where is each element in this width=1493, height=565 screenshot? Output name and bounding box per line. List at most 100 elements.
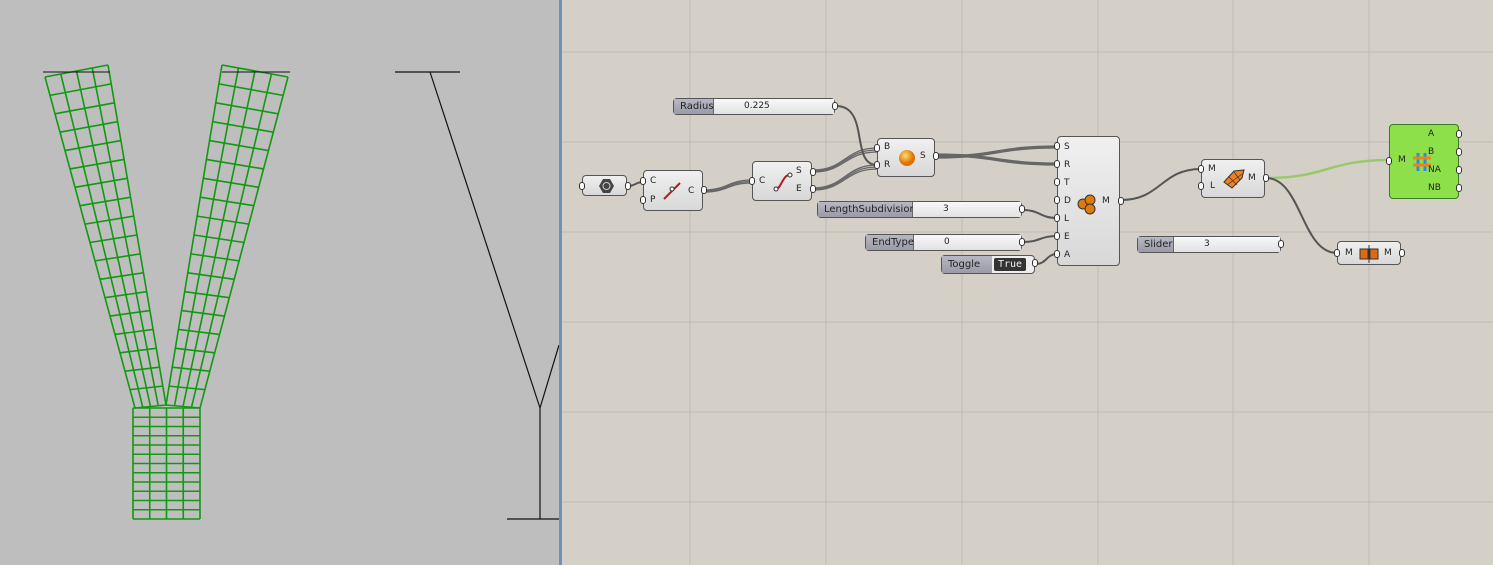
input-port[interactable] xyxy=(640,177,646,185)
radius-slider[interactable]: Radius 0.225 xyxy=(673,98,835,115)
wire xyxy=(1120,168,1202,201)
output-port[interactable] xyxy=(1456,166,1462,174)
mesh-left-arm-row xyxy=(44,64,109,78)
slider-label: Radius xyxy=(674,99,714,114)
curve-point-icon xyxy=(663,182,681,200)
input-label: L xyxy=(1210,181,1216,191)
input-port[interactable] xyxy=(1334,249,1340,257)
input-label: A xyxy=(1064,250,1071,260)
slider[interactable]: Slider 3 xyxy=(1137,236,1281,253)
slider-label: LengthSubdivisions xyxy=(818,202,921,217)
endtype-slider[interactable]: EndType 0 xyxy=(865,234,1022,251)
input-port[interactable] xyxy=(1054,232,1060,240)
output-port[interactable] xyxy=(1118,197,1124,205)
output-label: M xyxy=(1102,196,1110,206)
output-label: B xyxy=(1428,147,1435,157)
input-label: C xyxy=(650,176,657,186)
input-label: L xyxy=(1064,214,1070,224)
mesh-left-arm-row xyxy=(49,83,112,97)
input-port[interactable] xyxy=(1054,250,1060,258)
toggle[interactable]: Toggle True xyxy=(941,255,1035,274)
curve-component[interactable]: CPC xyxy=(640,170,707,211)
mesh-right-arm-row xyxy=(215,101,279,115)
slider-value: 0.225 xyxy=(744,101,770,111)
input-label: M xyxy=(1398,155,1406,165)
skeleton-line xyxy=(429,71,541,409)
output-label: NB xyxy=(1428,183,1441,193)
endpoints-icon xyxy=(773,172,793,192)
slider-track[interactable]: 0.225 xyxy=(714,99,834,114)
output-port[interactable] xyxy=(832,102,838,110)
sphere-icon xyxy=(899,150,915,166)
output-label: S xyxy=(920,151,926,161)
output-label: NA xyxy=(1428,165,1441,175)
toggle-value[interactable]: True xyxy=(994,258,1027,271)
mirror-component[interactable]: MM xyxy=(1334,241,1405,265)
slider-track[interactable]: 3 xyxy=(913,202,1021,217)
input-label: R xyxy=(1064,160,1071,170)
output-port[interactable] xyxy=(701,186,707,194)
slider-track[interactable]: 3 xyxy=(1174,237,1280,252)
mesh-left-arm-row xyxy=(54,101,115,115)
input-port[interactable] xyxy=(640,196,646,204)
grasshopper-canvas[interactable]: C P C C S E Radius 0.225 B R S LengthSubdivisions 3 E… xyxy=(562,0,1493,565)
input-label: M xyxy=(1345,248,1353,258)
input-label: E xyxy=(1064,232,1070,242)
input-label: P xyxy=(650,195,656,205)
output-label: M xyxy=(1384,248,1392,258)
output-port[interactable] xyxy=(1399,249,1405,257)
output-port[interactable] xyxy=(1278,240,1284,248)
output-port[interactable] xyxy=(1456,184,1462,192)
input-port[interactable] xyxy=(1054,142,1060,150)
slider-value: 0 xyxy=(944,237,950,247)
output-port[interactable] xyxy=(1456,130,1462,138)
slider-value: 3 xyxy=(1204,239,1210,249)
output-port[interactable] xyxy=(1456,148,1462,156)
geometry-param[interactable] xyxy=(579,175,631,196)
input-label: M xyxy=(1208,164,1216,174)
slider-label: EndType xyxy=(866,235,914,250)
toggle-label: Toggle xyxy=(942,256,992,273)
output-port[interactable] xyxy=(1019,238,1025,246)
input-port[interactable] xyxy=(1386,157,1392,165)
output-label: C xyxy=(688,186,695,196)
endpoints-component[interactable]: C SE xyxy=(749,161,816,201)
slider-track[interactable]: 0 xyxy=(914,235,1021,250)
input-port[interactable] xyxy=(1198,182,1204,190)
hexnut-icon xyxy=(599,179,614,193)
mesh-subdivide-component[interactable]: MLM xyxy=(1198,159,1269,198)
mesh-pipe-component[interactable]: SRTDLEA M xyxy=(1054,136,1124,266)
skeleton-line xyxy=(539,344,559,409)
input-label: D xyxy=(1064,196,1071,206)
input-port[interactable] xyxy=(1054,178,1060,186)
input-port[interactable] xyxy=(749,177,755,185)
output-port[interactable] xyxy=(1019,205,1025,213)
output-port[interactable] xyxy=(1032,259,1038,267)
viewport-geometry xyxy=(43,64,559,520)
input-port[interactable] xyxy=(874,161,880,169)
input-port[interactable] xyxy=(1198,165,1204,173)
input-port[interactable] xyxy=(579,182,585,190)
mesh-right-arm-row xyxy=(218,83,284,97)
multipipe-icon xyxy=(1077,194,1096,215)
sphere-component[interactable]: BR S xyxy=(874,138,939,177)
input-port[interactable] xyxy=(1054,160,1060,168)
mirror-mesh-icon xyxy=(1359,245,1379,263)
output-port[interactable] xyxy=(933,152,939,160)
mesh-surface-icon xyxy=(1223,169,1245,189)
input-port[interactable] xyxy=(1054,214,1060,222)
input-label: R xyxy=(884,160,891,170)
output-port[interactable] xyxy=(810,185,816,193)
input-port[interactable] xyxy=(874,144,880,152)
wire xyxy=(1022,209,1058,219)
wire xyxy=(1022,235,1058,243)
slider-value: 3 xyxy=(943,204,949,214)
input-port[interactable] xyxy=(1054,196,1060,204)
rhino-viewport[interactable] xyxy=(0,0,559,565)
weave-component[interactable]: M A B NA NB xyxy=(1386,124,1462,199)
output-port[interactable] xyxy=(625,182,631,190)
output-port[interactable] xyxy=(810,168,816,176)
output-port[interactable] xyxy=(1263,174,1269,182)
input-label: C xyxy=(759,176,766,186)
length-subdivisions-slider[interactable]: LengthSubdivisions 3 xyxy=(817,201,1022,218)
